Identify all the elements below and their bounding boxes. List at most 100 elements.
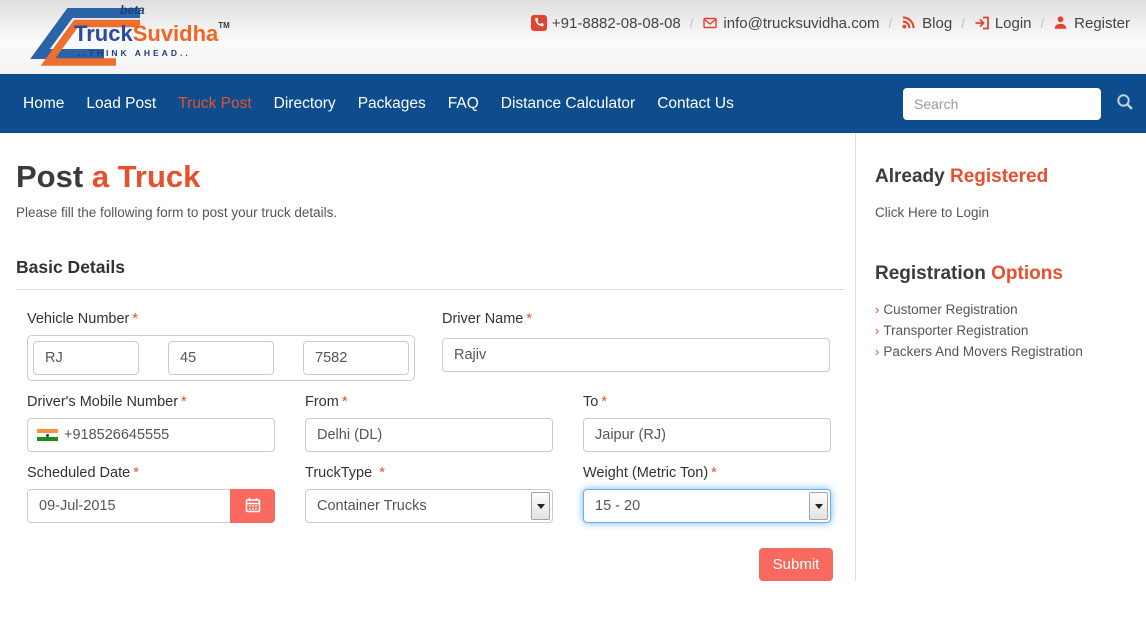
scheduled-date-wrap xyxy=(27,489,275,523)
truck-type-select[interactable]: Container Trucks xyxy=(305,489,553,523)
email-link[interactable]: info@trucksuvidha.com xyxy=(702,14,880,32)
beta-badge: beta xyxy=(120,3,145,17)
user-icon xyxy=(1053,15,1069,31)
chevron-down-icon[interactable] xyxy=(531,492,550,520)
nav-item-directory[interactable]: Directory xyxy=(263,95,347,113)
required-asterisk: * xyxy=(526,311,533,327)
email-address: info@trucksuvidha.com xyxy=(723,14,880,32)
rss-icon xyxy=(901,15,917,31)
required-asterisk: * xyxy=(379,465,385,481)
driver-mobile-input[interactable] xyxy=(27,418,275,452)
required-asterisk: * xyxy=(181,394,187,410)
to-label: To * xyxy=(583,394,607,410)
search-button[interactable] xyxy=(1116,93,1134,114)
driver-name-input[interactable] xyxy=(442,338,830,372)
utility-links: +91-8882-08-08-08 / info@trucksuvidha.co… xyxy=(530,0,1146,34)
search-input[interactable] xyxy=(903,87,1101,120)
form-row-2: Driver's Mobile Number* From* To* xyxy=(27,394,845,452)
weight-select[interactable]: 15 - 20 xyxy=(583,489,831,523)
chevron-right-icon: › xyxy=(875,343,880,359)
from-label: From * xyxy=(305,394,348,410)
vehicle-number-field: Vehicle Number * xyxy=(27,311,415,381)
from-input[interactable] xyxy=(305,418,553,452)
weight-label: Weight (Metric Ton) * xyxy=(583,465,717,481)
vehicle-number-part1-input[interactable] xyxy=(33,341,139,375)
nav-item-contact-us[interactable]: Contact Us xyxy=(646,95,745,113)
driver-mobile-wrap xyxy=(27,418,275,452)
nav-item-truck-post[interactable]: Truck Post xyxy=(167,95,263,113)
envelope-icon xyxy=(702,15,718,31)
phone-icon xyxy=(530,15,547,31)
truck-type-label: TruckType * xyxy=(305,465,385,481)
form-row-1: Vehicle Number* Driver Name* xyxy=(27,311,845,381)
phone-number: +91-8882-08-08-08 xyxy=(551,14,681,32)
scheduled-date-label: Scheduled Date * xyxy=(27,465,139,481)
weight-value: 15 - 20 xyxy=(595,498,641,514)
truck-type-field: TruckType * Container Trucks xyxy=(305,465,553,523)
page-title: Post a Truck xyxy=(16,159,201,194)
nav-item-packages[interactable]: Packages xyxy=(347,95,437,113)
nav-item-home[interactable]: Home xyxy=(12,95,75,113)
already-registered-heading: Already Registered xyxy=(875,166,1049,187)
nav-item-faq[interactable]: FAQ xyxy=(437,95,490,113)
chevron-right-icon: › xyxy=(875,322,880,338)
truck-type-value: Container Trucks xyxy=(317,498,427,514)
brand-tagline: ..THINK AHEAD.. xyxy=(78,48,191,58)
top-utility-bar: beta TruckSuvidhaTM ..THINK AHEAD.. +91-… xyxy=(0,0,1146,74)
nav-item-load-post[interactable]: Load Post xyxy=(75,95,167,113)
calendar-icon xyxy=(245,497,261,516)
post-truck-form: Vehicle Number* Driver Name* Driver's Mo… xyxy=(16,311,845,581)
phone-link[interactable]: +91-8882-08-08-08 xyxy=(530,14,681,32)
brand-logo[interactable]: beta TruckSuvidhaTM ..THINK AHEAD.. xyxy=(0,0,260,74)
click-here-to-login-link[interactable]: Click Here to Login xyxy=(875,205,989,220)
sign-in-icon xyxy=(974,15,990,31)
vehicle-number-part3-input[interactable] xyxy=(303,341,409,375)
main-navigation: Home Load Post Truck Post Directory Pack… xyxy=(0,74,1146,133)
weight-field: Weight (Metric Ton) * 15 - 20 xyxy=(583,465,831,523)
customer-registration-link[interactable]: › Customer Registration xyxy=(875,300,1136,321)
from-field: From * xyxy=(305,394,553,452)
transporter-registration-link[interactable]: › Transporter Registration xyxy=(875,321,1136,342)
registration-links: › Customer Registration › Transporter Regi… xyxy=(875,300,1136,363)
separator: / xyxy=(689,15,694,31)
search-icon xyxy=(1116,93,1134,114)
separator: / xyxy=(1040,15,1045,31)
registration-options-heading: Registration Options xyxy=(875,263,1063,284)
scheduled-date-field: Scheduled Date * xyxy=(27,465,275,523)
submit-button[interactable]: Submit xyxy=(759,548,833,581)
vehicle-number-part2-input[interactable] xyxy=(168,341,274,375)
to-input[interactable] xyxy=(583,418,831,452)
content-area: Post a Truck Please fill the following f… xyxy=(0,133,1146,581)
page-subtitle: Please fill the following form to post y… xyxy=(16,205,338,220)
brand-name: TruckSuvidhaTM xyxy=(74,21,230,46)
required-asterisk: * xyxy=(132,311,139,327)
blog-link[interactable]: Blog xyxy=(901,15,952,32)
nav-item-distance-calculator[interactable]: Distance Calculator xyxy=(490,95,646,113)
driver-name-field: Driver Name * xyxy=(442,311,830,381)
chevron-down-icon[interactable] xyxy=(809,492,828,520)
form-row-3: Scheduled Date* TruckType * Container Tr… xyxy=(27,465,845,523)
submit-row: Submit xyxy=(27,548,845,581)
separator: / xyxy=(961,15,965,31)
blog-label: Blog xyxy=(922,14,953,32)
section-title-basic-details: Basic Details xyxy=(16,257,845,290)
login-label: Login xyxy=(994,14,1032,32)
right-sidebar: Already Registered Click Here to Login R… xyxy=(855,133,1146,581)
required-asterisk: * xyxy=(133,465,139,481)
chevron-right-icon: › xyxy=(875,302,880,317)
packers-movers-registration-link[interactable]: › Packers And Movers Registration xyxy=(875,342,1136,363)
main-column: Post a Truck Please fill the following f… xyxy=(0,133,855,581)
required-asterisk: * xyxy=(601,394,607,410)
scheduled-date-input[interactable] xyxy=(27,489,230,523)
login-link[interactable]: Login xyxy=(974,15,1032,32)
india-flag-icon xyxy=(37,429,58,441)
nav-search xyxy=(903,87,1134,120)
separator: / xyxy=(888,15,893,31)
driver-name-label: Driver Name * xyxy=(442,311,533,327)
vehicle-number-label: Vehicle Number * xyxy=(27,311,139,327)
calendar-button[interactable] xyxy=(230,489,275,523)
vehicle-number-group xyxy=(27,335,415,381)
to-field: To * xyxy=(583,394,831,452)
driver-mobile-label: Driver's Mobile Number * xyxy=(27,394,187,410)
register-link[interactable]: Register xyxy=(1053,15,1130,32)
